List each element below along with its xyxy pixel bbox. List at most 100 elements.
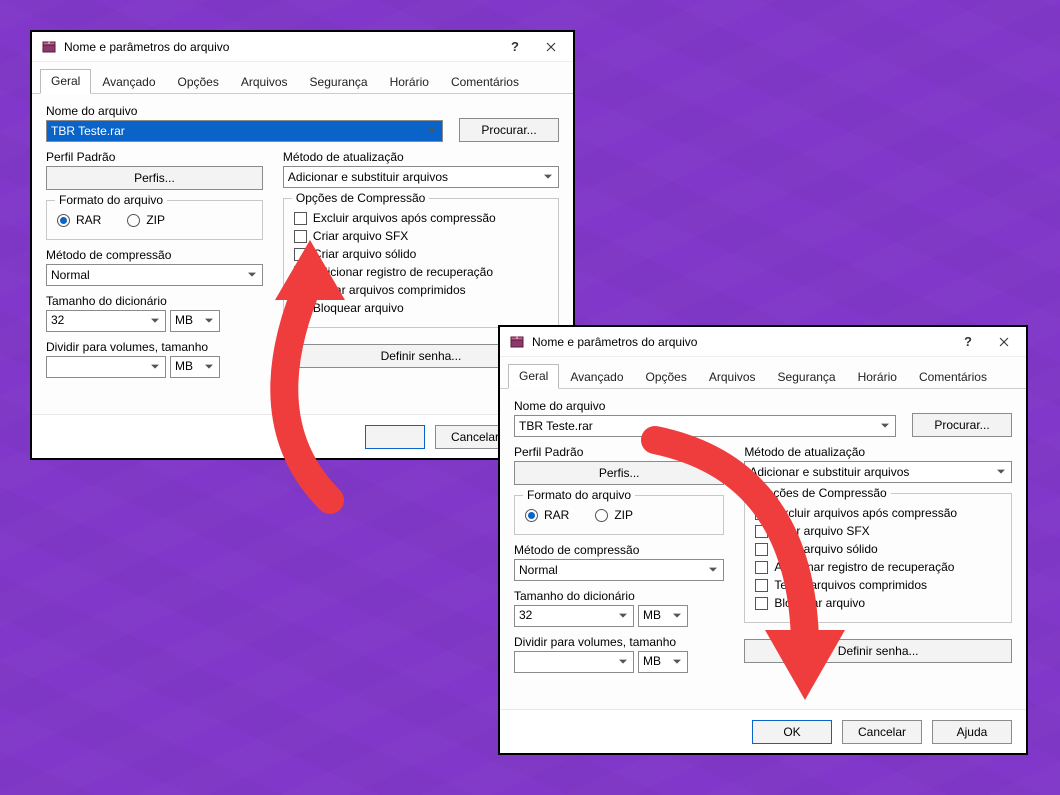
filename-label: Nome do arquivo	[46, 104, 443, 118]
tab-opcoes[interactable]: Opções	[635, 365, 698, 389]
format-group: Formato do arquivo RAR ZIP	[514, 495, 724, 535]
tab-avancado[interactable]: Avançado	[91, 70, 166, 94]
format-group: Formato do arquivo RAR ZIP	[46, 200, 263, 240]
checkbox-icon	[755, 525, 768, 538]
format-legend: Formato do arquivo	[55, 193, 167, 207]
check-excluir[interactable]: Excluir arquivos após compressão	[294, 211, 548, 225]
titlebar[interactable]: Nome e parâmetros do arquivo ?	[32, 32, 573, 62]
check-recuperacao[interactable]: Adicionar registro de recuperação	[755, 560, 1001, 574]
tab-arquivos[interactable]: Arquivos	[698, 365, 767, 389]
check-recuperacao[interactable]: Adicionar registro de recuperação	[294, 265, 548, 279]
window-title: Nome e parâmetros do arquivo	[64, 40, 497, 54]
radio-dot-icon	[595, 509, 608, 522]
compression-options-group: Opções de Compressão Excluir arquivos ap…	[283, 198, 559, 328]
dict-unit-select[interactable]: MB	[638, 605, 688, 627]
tab-horario[interactable]: Horário	[847, 365, 908, 389]
check-bloquear[interactable]: Bloquear arquivo	[294, 301, 548, 315]
profiles-button[interactable]: Perfis...	[46, 166, 263, 190]
ok-button-partial[interactable]	[365, 425, 425, 449]
tab-seguranca[interactable]: Segurança	[767, 365, 847, 389]
ok-button[interactable]: OK	[752, 720, 832, 744]
tab-geral[interactable]: Geral	[508, 364, 559, 389]
password-button[interactable]: Definir senha...	[744, 639, 1012, 663]
radio-rar[interactable]: RAR	[57, 213, 101, 227]
filename-input[interactable]: TBR Teste.rar	[514, 415, 896, 437]
checkbox-icon	[294, 212, 307, 225]
radio-dot-icon	[127, 214, 140, 227]
split-value-select[interactable]	[514, 651, 634, 673]
checkbox-icon	[294, 230, 307, 243]
checkbox-icon	[755, 543, 768, 556]
checkbox-icon	[755, 579, 768, 592]
dialog-2: Nome e parâmetros do arquivo ? Geral Ava…	[498, 325, 1028, 755]
compression-legend: Opções de Compressão	[753, 486, 890, 500]
check-testar[interactable]: Testar arquivos comprimidos	[755, 578, 1001, 592]
method-select[interactable]: Normal	[46, 264, 263, 286]
method-label: Método de compressão	[46, 248, 263, 262]
filename-input[interactable]: TBR Teste.rar	[46, 120, 443, 142]
dict-label: Tamanho do dicionário	[514, 589, 724, 603]
check-sfx[interactable]: Criar arquivo SFX	[755, 524, 1001, 538]
update-label: Método de atualização	[283, 150, 559, 164]
check-solido[interactable]: Criar arquivo sólido	[294, 247, 548, 261]
tabstrip: Geral Avançado Opções Arquivos Segurança…	[500, 357, 1026, 389]
tab-avancado[interactable]: Avançado	[559, 365, 634, 389]
app-icon	[508, 333, 526, 351]
check-sfx[interactable]: Criar arquivo SFX	[294, 229, 548, 243]
update-label: Método de atualização	[744, 445, 1012, 459]
update-select[interactable]: Adicionar e substituir arquivos	[744, 461, 1012, 483]
window-title: Nome e parâmetros do arquivo	[532, 335, 950, 349]
check-solido[interactable]: Criar arquivo sólido	[755, 542, 1001, 556]
dialog-footer: OK Cancelar Ajuda	[500, 709, 1026, 753]
check-bloquear[interactable]: Bloquear arquivo	[755, 596, 1001, 610]
tab-arquivos[interactable]: Arquivos	[230, 70, 299, 94]
radio-rar[interactable]: RAR	[525, 508, 569, 522]
help-icon[interactable]: ?	[950, 328, 986, 356]
titlebar[interactable]: Nome e parâmetros do arquivo ?	[500, 327, 1026, 357]
check-excluir[interactable]: Excluir arquivos após compressão	[755, 506, 1001, 520]
split-label: Dividir para volumes, tamanho	[46, 340, 263, 354]
method-label: Método de compressão	[514, 543, 724, 557]
split-unit-select[interactable]: MB	[170, 356, 220, 378]
tab-body-geral: Nome do arquivo TBR Teste.rar Procurar..…	[500, 389, 1026, 679]
tab-comentarios[interactable]: Comentários	[908, 365, 998, 389]
checkbox-icon	[755, 597, 768, 610]
format-legend: Formato do arquivo	[523, 488, 635, 502]
tab-seguranca[interactable]: Segurança	[299, 70, 379, 94]
dialog-footer: Cancelar A	[32, 414, 573, 458]
profile-label: Perfil Padrão	[46, 150, 263, 164]
close-icon[interactable]	[986, 328, 1022, 356]
browse-button[interactable]: Procurar...	[912, 413, 1012, 437]
radio-zip[interactable]: ZIP	[127, 213, 165, 227]
close-icon[interactable]	[533, 33, 569, 61]
method-select[interactable]: Normal	[514, 559, 724, 581]
checkbox-icon	[294, 248, 307, 261]
cancel-button[interactable]: Cancelar	[842, 720, 922, 744]
help-button[interactable]: Ajuda	[932, 720, 1012, 744]
radio-zip[interactable]: ZIP	[595, 508, 633, 522]
tab-comentarios[interactable]: Comentários	[440, 70, 530, 94]
tab-geral[interactable]: Geral	[40, 69, 91, 94]
dict-label: Tamanho do dicionário	[46, 294, 263, 308]
update-select[interactable]: Adicionar e substituir arquivos	[283, 166, 559, 188]
dict-value-select[interactable]: 32	[514, 605, 634, 627]
tab-body-geral: Nome do arquivo TBR Teste.rar Procurar..…	[32, 94, 573, 384]
compression-options-group: Opções de Compressão Excluir arquivos ap…	[744, 493, 1012, 623]
checkbox-icon	[294, 266, 307, 279]
check-testar[interactable]: Testar arquivos comprimidos	[294, 283, 548, 297]
checkbox-icon	[294, 284, 307, 297]
tab-opcoes[interactable]: Opções	[167, 70, 230, 94]
dialog-1: Nome e parâmetros do arquivo ? Geral Ava…	[30, 30, 575, 460]
app-icon	[40, 38, 58, 56]
tab-horario[interactable]: Horário	[379, 70, 440, 94]
checkbox-icon	[294, 302, 307, 315]
profiles-button[interactable]: Perfis...	[514, 461, 724, 485]
radio-dot-icon	[525, 509, 538, 522]
browse-button[interactable]: Procurar...	[459, 118, 559, 142]
help-icon[interactable]: ?	[497, 33, 533, 61]
split-unit-select[interactable]: MB	[638, 651, 688, 673]
split-label: Dividir para volumes, tamanho	[514, 635, 724, 649]
dict-unit-select[interactable]: MB	[170, 310, 220, 332]
split-value-select[interactable]	[46, 356, 166, 378]
dict-value-select[interactable]: 32	[46, 310, 166, 332]
